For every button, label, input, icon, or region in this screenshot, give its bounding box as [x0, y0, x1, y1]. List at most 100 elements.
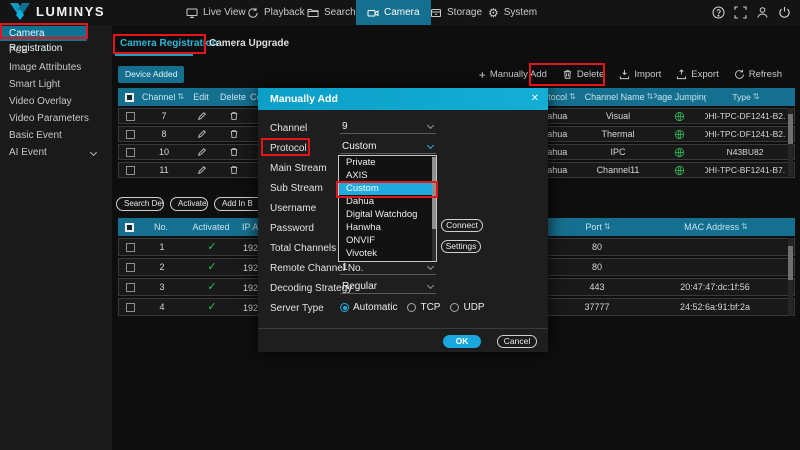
sort-icon: ⇅: [741, 218, 748, 236]
dialog-footer: OK Cancel: [258, 328, 548, 352]
row-checkbox[interactable]: [126, 263, 135, 272]
total-channels-label: Total Channels: [270, 242, 336, 256]
monitor-icon: [186, 7, 198, 19]
refresh-button[interactable]: Refresh: [734, 69, 782, 80]
row-checkbox[interactable]: [126, 166, 135, 175]
select-all-checkbox[interactable]: [125, 93, 134, 102]
playback-icon: [247, 7, 259, 19]
sidebar-item-poe[interactable]: PoE: [0, 42, 112, 59]
sidebar-item-basic-event[interactable]: Basic Event: [0, 127, 112, 144]
delete-icon[interactable]: [217, 163, 251, 177]
tab-camera-upgrade[interactable]: Camera Upgrade: [209, 38, 289, 49]
user-icon[interactable]: [756, 6, 769, 19]
search-device-button[interactable]: Search Device: [116, 197, 164, 211]
sidebar-item-video-overlay[interactable]: Video Overlay: [0, 93, 112, 110]
sidebar-item-camera-registration[interactable]: Camera Registration: [0, 26, 87, 41]
protocol-option-digital-watchdog[interactable]: Digital Watchdog: [339, 208, 436, 221]
sort-icon: ⇅: [604, 218, 611, 236]
close-icon[interactable]: ✕: [531, 88, 539, 110]
protocol-option-onvif[interactable]: ONVIF: [339, 234, 436, 247]
sidebar-item-video-parameters[interactable]: Video Parameters: [0, 110, 112, 127]
protocol-option-custom[interactable]: Custom: [339, 182, 436, 195]
manually-add-button[interactable]: + Manually Add: [479, 69, 547, 80]
sort-icon: ⇅: [569, 88, 576, 106]
brand-name: LUMINYS: [36, 4, 105, 19]
row-checkbox[interactable]: [126, 148, 135, 157]
plus-icon: +: [479, 70, 486, 80]
activate-button[interactable]: Activate: [170, 197, 208, 211]
sidebar-item-image-attributes[interactable]: Image Attributes: [0, 59, 112, 76]
radio-udp[interactable]: UDP: [450, 302, 484, 313]
nav-storage[interactable]: Storage: [430, 0, 482, 25]
device-added-button[interactable]: Device Added: [118, 66, 184, 83]
radio-automatic[interactable]: Automatic: [340, 302, 397, 313]
sort-icon: ⇅: [647, 88, 654, 106]
trash-icon: [562, 69, 573, 80]
password-label: Password: [270, 222, 314, 236]
row-checkbox[interactable]: [126, 112, 135, 121]
settings-button[interactable]: Settings: [441, 240, 481, 253]
app-window: LUMINYS Live View Playback Search Camera: [0, 0, 800, 450]
row-checkbox[interactable]: [126, 130, 135, 139]
import-button[interactable]: Import: [619, 69, 661, 80]
row-checkbox[interactable]: [126, 303, 135, 312]
page-jump-globe-icon[interactable]: [653, 127, 705, 141]
folder-icon: [307, 7, 319, 19]
edit-icon[interactable]: [187, 163, 217, 177]
export-icon: [676, 69, 687, 80]
device-table-scrollbar[interactable]: [788, 108, 793, 176]
nav-playback[interactable]: Playback: [247, 0, 305, 25]
row-checkbox[interactable]: [126, 243, 135, 252]
scan-icon[interactable]: [734, 6, 747, 19]
power-icon[interactable]: [778, 6, 791, 19]
protocol-label: Protocol: [270, 142, 307, 156]
radio-icon: [407, 303, 416, 312]
import-icon: [619, 69, 630, 80]
page-jump-globe-icon[interactable]: [653, 109, 705, 123]
protocol-select[interactable]: Custom: [340, 140, 436, 154]
radio-icon: [340, 303, 349, 312]
select-all-checkbox[interactable]: [125, 223, 134, 232]
delete-icon[interactable]: [217, 127, 251, 141]
dropdown-scrollbar[interactable]: [432, 156, 436, 261]
gear-icon: ⚙: [488, 7, 499, 19]
tab-camera-registration[interactable]: Camera Registration: [120, 38, 218, 49]
protocol-option-private[interactable]: Private: [339, 156, 436, 169]
edit-icon[interactable]: [187, 145, 217, 159]
protocol-option-dahua[interactable]: Dahua: [339, 195, 436, 208]
edit-icon[interactable]: [187, 127, 217, 141]
server-type-label: Server Type: [270, 302, 324, 316]
protocol-option-hanwha[interactable]: Hanwha: [339, 221, 436, 234]
top-right-icons: [712, 0, 791, 25]
sidebar-item-ai-event[interactable]: AI Event: [0, 144, 112, 161]
activated-check-icon: ✓: [207, 239, 216, 255]
page-jump-globe-icon[interactable]: [653, 145, 705, 159]
row-checkbox[interactable]: [126, 283, 135, 292]
ok-button[interactable]: OK: [443, 335, 481, 348]
delete-button[interactable]: Delete: [562, 69, 604, 80]
remote-channel-select[interactable]: 1: [340, 261, 436, 275]
luminys-logo-icon: [9, 2, 31, 21]
connect-button[interactable]: Connect: [441, 219, 483, 232]
nav-live-view[interactable]: Live View: [186, 0, 246, 25]
help-icon[interactable]: [712, 6, 725, 19]
page-jump-globe-icon[interactable]: [653, 163, 705, 177]
search-table-scrollbar[interactable]: [788, 238, 793, 316]
main-stream-label: Main Stream: [270, 162, 327, 176]
protocol-option-vivotek[interactable]: Vivotek: [339, 247, 436, 260]
sidebar-item-smart-light[interactable]: Smart Light: [0, 76, 112, 93]
nav-system[interactable]: ⚙ System: [488, 0, 537, 25]
nav-search[interactable]: Search: [307, 0, 356, 25]
export-button[interactable]: Export: [676, 69, 718, 80]
channel-select[interactable]: 9: [340, 120, 436, 134]
cancel-button[interactable]: Cancel: [497, 335, 537, 348]
delete-icon[interactable]: [217, 109, 251, 123]
nav-camera[interactable]: Camera: [356, 0, 431, 25]
sidebar: Camera Registration PoE Image Attributes…: [0, 25, 112, 450]
edit-icon[interactable]: [187, 109, 217, 123]
protocol-option-axis[interactable]: AXIS: [339, 169, 436, 182]
delete-icon[interactable]: [217, 145, 251, 159]
username-label: Username: [270, 202, 316, 216]
radio-tcp[interactable]: TCP: [407, 302, 440, 313]
decoding-strategy-select[interactable]: Regular: [340, 280, 436, 294]
